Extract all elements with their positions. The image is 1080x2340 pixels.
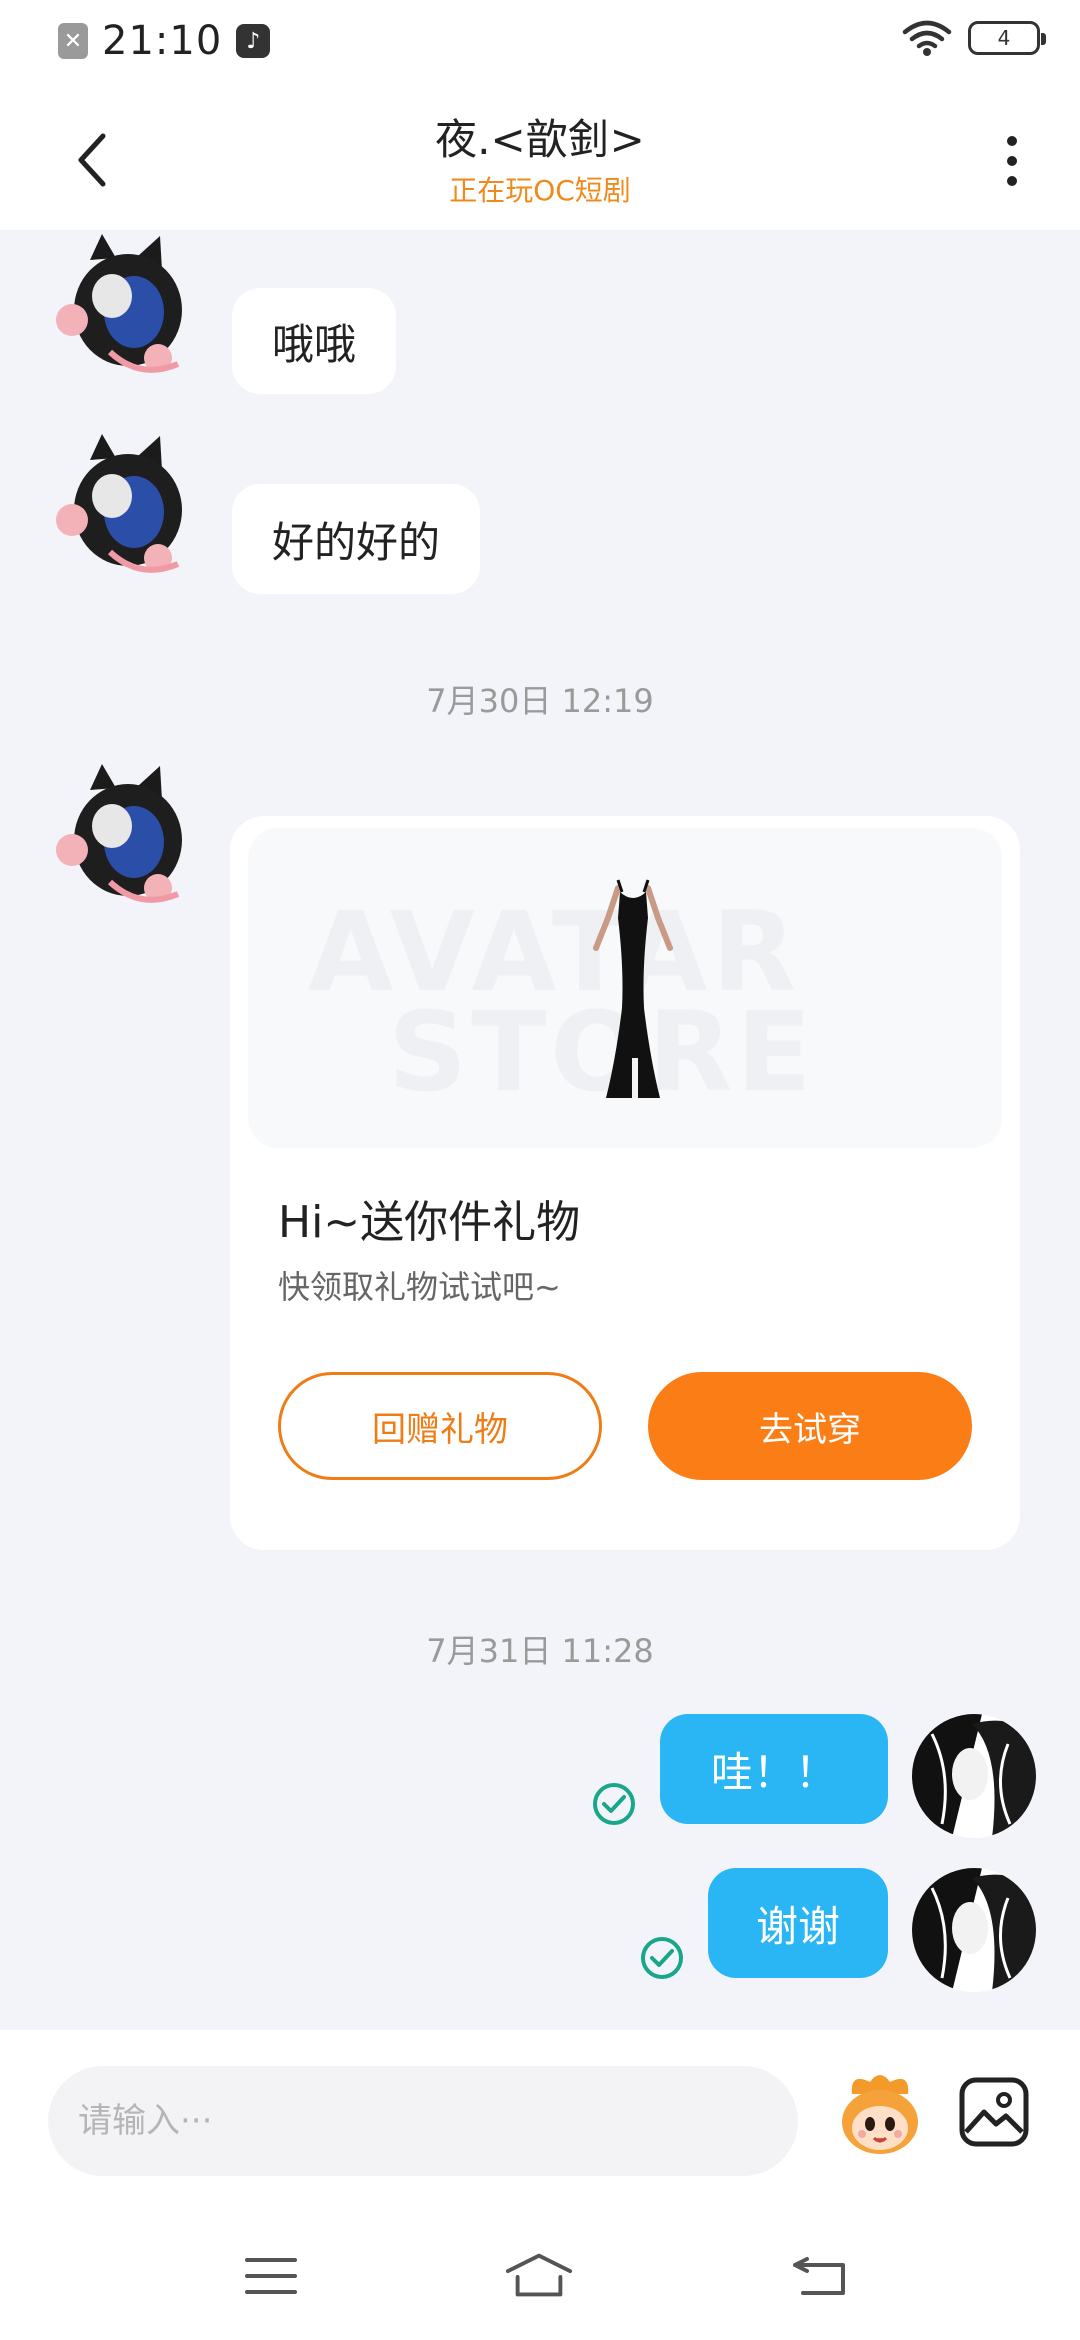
- my-avatar-image: [912, 1868, 1036, 1992]
- contact-status: 正在玩OC短剧: [449, 174, 631, 207]
- contact-avatar[interactable]: [50, 760, 200, 910]
- music-app-icon: ♪: [236, 24, 271, 58]
- back-icon: [793, 2257, 845, 2295]
- emoji-mascot-icon[interactable]: [830, 2064, 930, 2164]
- system-nav-bar: [0, 2210, 1080, 2340]
- battery-level: 4: [997, 26, 1011, 50]
- home-button[interactable]: [504, 2246, 574, 2306]
- try-on-button[interactable]: 去试穿: [648, 1372, 972, 1480]
- message-timestamp: 7月31日 11:28: [426, 1632, 654, 1670]
- gift-card[interactable]: AVATAR STORE Hi~送你件礼物 快领取礼物试试吧~ 回赠礼物 去试穿: [230, 816, 1020, 1550]
- message-bubble-incoming[interactable]: 哦哦: [232, 288, 397, 394]
- more-options-button[interactable]: [992, 126, 1032, 196]
- message-bubble-incoming[interactable]: 好的好的: [232, 484, 481, 594]
- contact-name: 夜.<歆釗>: [435, 115, 645, 164]
- message-timestamp: 7月30日 12:19: [426, 682, 654, 720]
- notification-x-icon: ✕: [58, 23, 88, 59]
- menu-icon: [245, 2258, 297, 2294]
- status-time: 21:10: [102, 18, 223, 64]
- return-gift-button[interactable]: 回赠礼物: [278, 1372, 602, 1480]
- gift-card-subtitle: 快领取礼物试试吧~: [278, 1268, 561, 1306]
- my-avatar[interactable]: [912, 1714, 1036, 1838]
- message-bubble-outgoing[interactable]: 哇！！: [660, 1714, 888, 1824]
- chat-header: 夜.<歆釗> 正在玩OC短剧: [0, 86, 1080, 230]
- contact-avatar[interactable]: [50, 430, 200, 580]
- contact-avatar[interactable]: [50, 230, 200, 380]
- home-icon: [505, 2253, 573, 2297]
- gift-preview-image: AVATAR STORE: [248, 828, 1002, 1148]
- my-avatar-image: [912, 1714, 1036, 1838]
- status-left: ✕ 21:10 ♪: [58, 18, 271, 64]
- more-vertical-icon: [1007, 136, 1017, 146]
- wifi-icon: [902, 20, 952, 56]
- my-avatar[interactable]: [912, 1868, 1036, 1992]
- message-text: 哦哦: [272, 319, 357, 369]
- message-text: 好的好的: [272, 517, 441, 567]
- read-check-icon: [641, 1937, 683, 1979]
- status-right: 4: [902, 18, 1046, 58]
- menu-button[interactable]: [236, 2246, 306, 2306]
- message-bubble-outgoing[interactable]: 谢谢: [708, 1868, 888, 1978]
- input-bar: [0, 2030, 1080, 2210]
- back-nav-button[interactable]: [786, 2246, 856, 2306]
- image-picker-icon[interactable]: [956, 2074, 1032, 2150]
- dress-icon: [593, 879, 673, 1098]
- chat-title-block: 夜.<歆釗> 正在玩OC短剧: [0, 106, 1080, 209]
- status-bar: ✕ 21:10 ♪ 4: [0, 0, 1080, 86]
- gift-card-title: Hi~送你件礼物: [278, 1197, 581, 1248]
- battery-icon: 4: [968, 21, 1046, 55]
- message-input[interactable]: [48, 2066, 798, 2176]
- read-check-icon: [593, 1783, 635, 1825]
- message-text: 谢谢: [755, 1901, 840, 1951]
- message-text: 哇！！: [710, 1747, 837, 1797]
